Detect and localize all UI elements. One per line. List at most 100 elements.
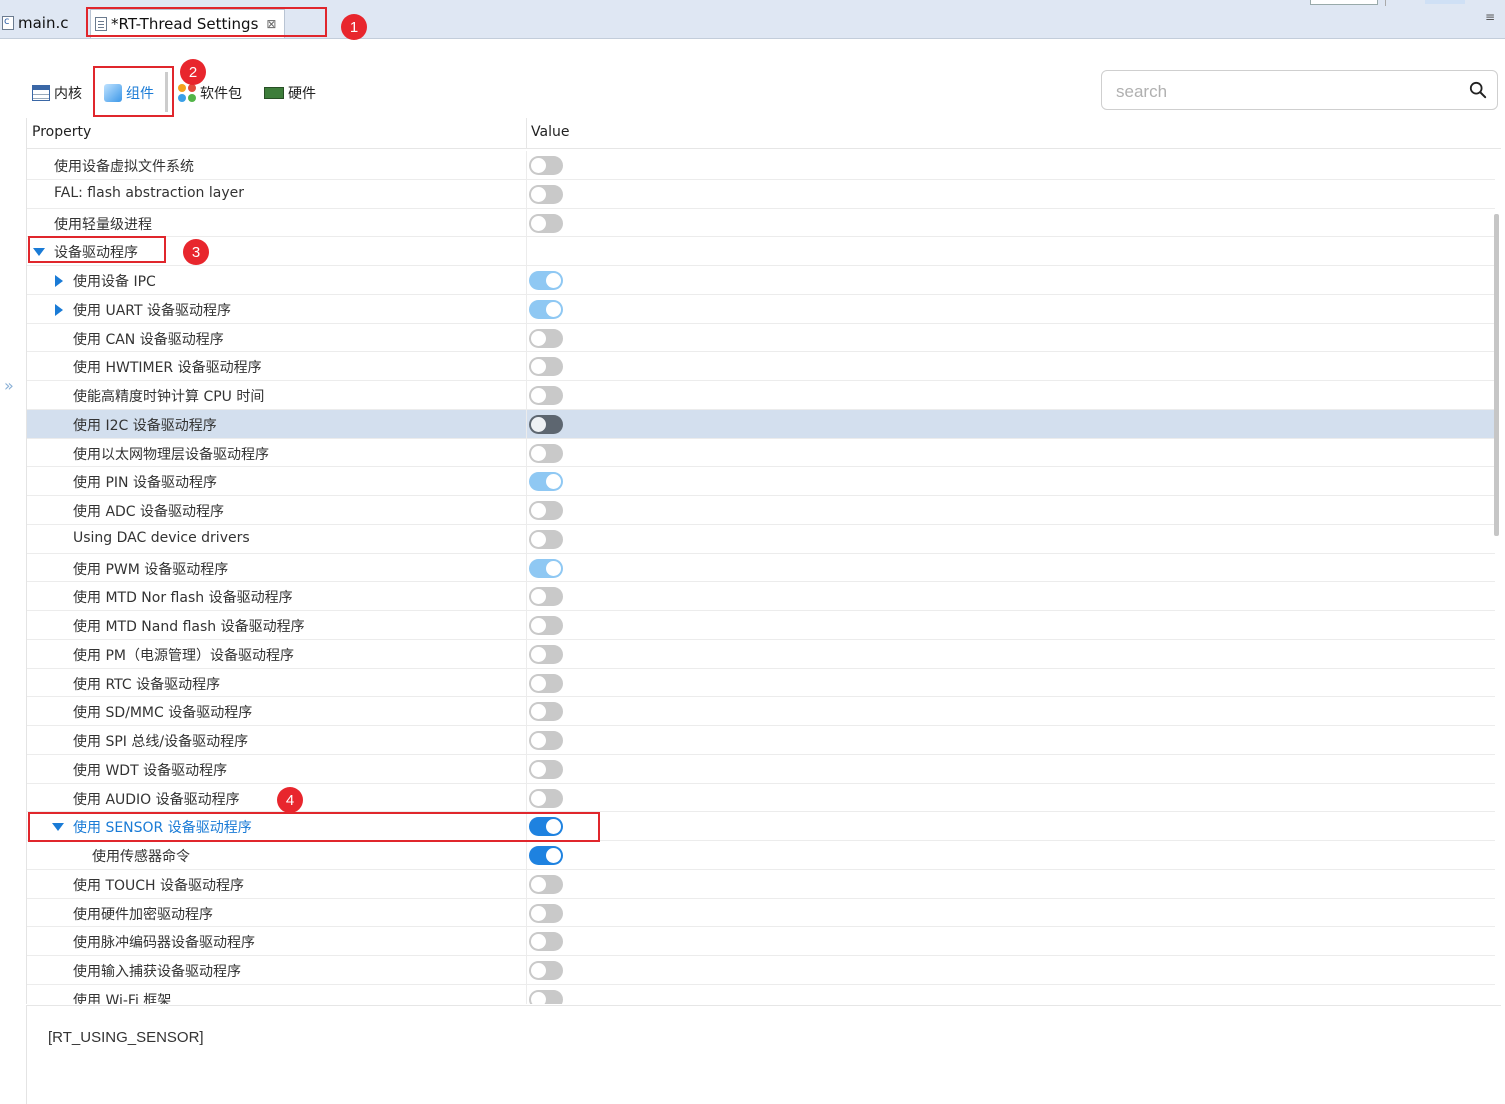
toggle-switch[interactable]: [529, 472, 563, 492]
toggle-switch[interactable]: [529, 558, 563, 578]
tab-components[interactable]: 组件: [104, 80, 154, 106]
row-label: 使用 PWM 设备驱动程序: [73, 561, 229, 578]
table-row[interactable]: 使用传感器命令: [27, 841, 1495, 870]
toggle-switch[interactable]: [529, 673, 563, 693]
table-row[interactable]: 设备驱动程序: [27, 237, 1495, 266]
table-row[interactable]: 使用 MTD Nor flash 设备驱动程序: [27, 582, 1495, 611]
column-divider: [526, 927, 527, 955]
scrollbar-thumb[interactable]: [1494, 214, 1499, 536]
toggle-switch[interactable]: [529, 932, 563, 952]
table-row[interactable]: 使用 TOUCH 设备驱动程序: [27, 869, 1495, 899]
table-row[interactable]: 使用 SPI 总线/设备驱动程序: [27, 726, 1495, 755]
tab-rt-thread-settings[interactable]: *RT-Thread Settings ⊠: [90, 9, 286, 38]
toggle-switch[interactable]: [529, 874, 563, 894]
column-divider: [526, 409, 527, 438]
property-column-header[interactable]: Property: [32, 124, 91, 140]
row-label: 使用以太网物理层设备驱动程序: [73, 446, 269, 463]
column-divider[interactable]: [526, 118, 527, 148]
toggle-switch[interactable]: [529, 443, 563, 463]
column-divider: [526, 582, 527, 610]
table-row[interactable]: 使用 SENSOR 设备驱动程序: [27, 812, 1495, 841]
table-row[interactable]: 使用 SD/MMC 设备驱动程序: [27, 697, 1495, 726]
table-row[interactable]: Using DAC device drivers: [27, 524, 1495, 554]
search-field[interactable]: [1101, 70, 1498, 110]
table-row[interactable]: 使用 Wi-Fi 框架: [27, 984, 1495, 1004]
table-row[interactable]: 使用设备虚拟文件系统: [27, 151, 1495, 180]
table-row[interactable]: 使用 CAN 设备驱动程序: [27, 323, 1495, 353]
property-table: Property Value 使用设备虚拟文件系统 FAL: flash abst…: [26, 118, 1501, 1004]
table-row[interactable]: 使用 AUDIO 设备驱动程序: [27, 783, 1495, 813]
table-row[interactable]: 使用 ADC 设备驱动程序: [27, 496, 1495, 525]
table-row[interactable]: 使用 PM（电源管理）设备驱动程序: [27, 639, 1495, 669]
toggle-knob: [546, 273, 561, 288]
table-row[interactable]: 使用输入捕获设备驱动程序: [27, 956, 1495, 985]
collapse-arrow-icon[interactable]: [52, 823, 64, 832]
toggle-knob: [531, 215, 546, 231]
table-row[interactable]: 使用硬件加密驱动程序: [27, 898, 1495, 928]
toggle-switch[interactable]: [529, 213, 563, 233]
toggle-switch[interactable]: [529, 903, 563, 923]
table-row[interactable]: FAL: flash abstraction layer: [27, 179, 1495, 209]
tab-kernel[interactable]: 内核: [32, 80, 82, 106]
table-row[interactable]: 使用设备 IPC: [27, 266, 1495, 295]
column-divider: [526, 352, 527, 380]
table-row[interactable]: 使用 I2C 设备驱动程序: [27, 409, 1495, 439]
toggle-switch[interactable]: [529, 328, 563, 348]
toggle-switch[interactable]: [529, 184, 563, 204]
expand-arrow-icon[interactable]: [55, 303, 63, 316]
toggle-switch[interactable]: [529, 817, 563, 837]
row-label: 设备驱动程序: [54, 245, 138, 262]
toggle-switch[interactable]: [529, 271, 563, 290]
toggle-knob: [546, 560, 561, 576]
toggle-switch[interactable]: [529, 989, 563, 1004]
toggle-switch[interactable]: [529, 644, 563, 664]
row-label: 使用 I2C 设备驱动程序: [73, 417, 217, 434]
close-tab-icon[interactable]: ⊠: [266, 17, 276, 31]
value-column-header[interactable]: Value: [531, 124, 569, 140]
toggle-switch[interactable]: [529, 501, 563, 520]
expand-panel-icon[interactable]: »: [4, 376, 14, 395]
tab-rt-thread-settings-label: *RT-Thread Settings: [111, 15, 259, 33]
toggle-switch[interactable]: [529, 759, 563, 779]
search-input[interactable]: [1114, 79, 1448, 105]
row-label: 使用 RTC 设备驱动程序: [73, 676, 221, 693]
toggle-switch[interactable]: [529, 357, 563, 377]
toggle-switch[interactable]: [529, 788, 563, 808]
toggle-switch[interactable]: [529, 529, 563, 549]
expand-arrow-icon[interactable]: [55, 275, 63, 287]
table-row[interactable]: 使用脉冲编码器设备驱动程序: [27, 927, 1495, 956]
table-row[interactable]: 使用以太网物理层设备驱动程序: [27, 438, 1495, 468]
active-tab-indicator: [165, 72, 168, 112]
table-row[interactable]: 使用 HWTIMER 设备驱动程序: [27, 352, 1495, 381]
table-row[interactable]: 使用 RTC 设备驱动程序: [27, 668, 1495, 698]
toggle-switch[interactable]: [529, 961, 563, 980]
toggle-switch[interactable]: [529, 414, 563, 434]
collapse-arrow-icon[interactable]: [33, 248, 45, 257]
tab-components-label: 组件: [126, 86, 154, 102]
table-row[interactable]: 使用轻量级进程: [27, 208, 1495, 238]
table-row[interactable]: 使用 UART 设备驱动程序: [27, 294, 1495, 324]
row-label: 使用传感器命令: [92, 849, 190, 865]
search-icon[interactable]: [1469, 81, 1487, 99]
toggle-switch[interactable]: [529, 299, 563, 319]
toggle-switch[interactable]: [529, 702, 563, 722]
toggle-switch[interactable]: [529, 587, 563, 607]
table-row[interactable]: 使用 PWM 设备驱动程序: [27, 553, 1495, 583]
toolbar-field[interactable]: [1310, 0, 1378, 5]
table-row[interactable]: 使用 PIN 设备驱动程序: [27, 467, 1495, 496]
table-row[interactable]: 使用 WDT 设备驱动程序: [27, 754, 1495, 784]
row-label: 使用 AUDIO 设备驱动程序: [73, 791, 240, 808]
tab-main-c[interactable]: main.c: [0, 10, 69, 36]
tab-hardware[interactable]: 硬件: [264, 80, 316, 106]
toggle-switch[interactable]: [529, 386, 563, 405]
table-row[interactable]: 使能高精度时钟计算 CPU 时间: [27, 381, 1495, 410]
toggle-switch[interactable]: [529, 156, 563, 175]
row-label: 使用 SENSOR 设备驱动程序: [73, 820, 252, 837]
toggle-switch[interactable]: [529, 731, 563, 750]
table-row[interactable]: 使用 MTD Nand flash 设备驱动程序: [27, 611, 1495, 640]
toggle-switch[interactable]: [529, 846, 563, 865]
column-divider: [526, 237, 527, 265]
view-menu-icon[interactable]: ≡: [1485, 10, 1495, 24]
toolbar-button[interactable]: [1425, 0, 1465, 4]
toggle-switch[interactable]: [529, 616, 563, 635]
